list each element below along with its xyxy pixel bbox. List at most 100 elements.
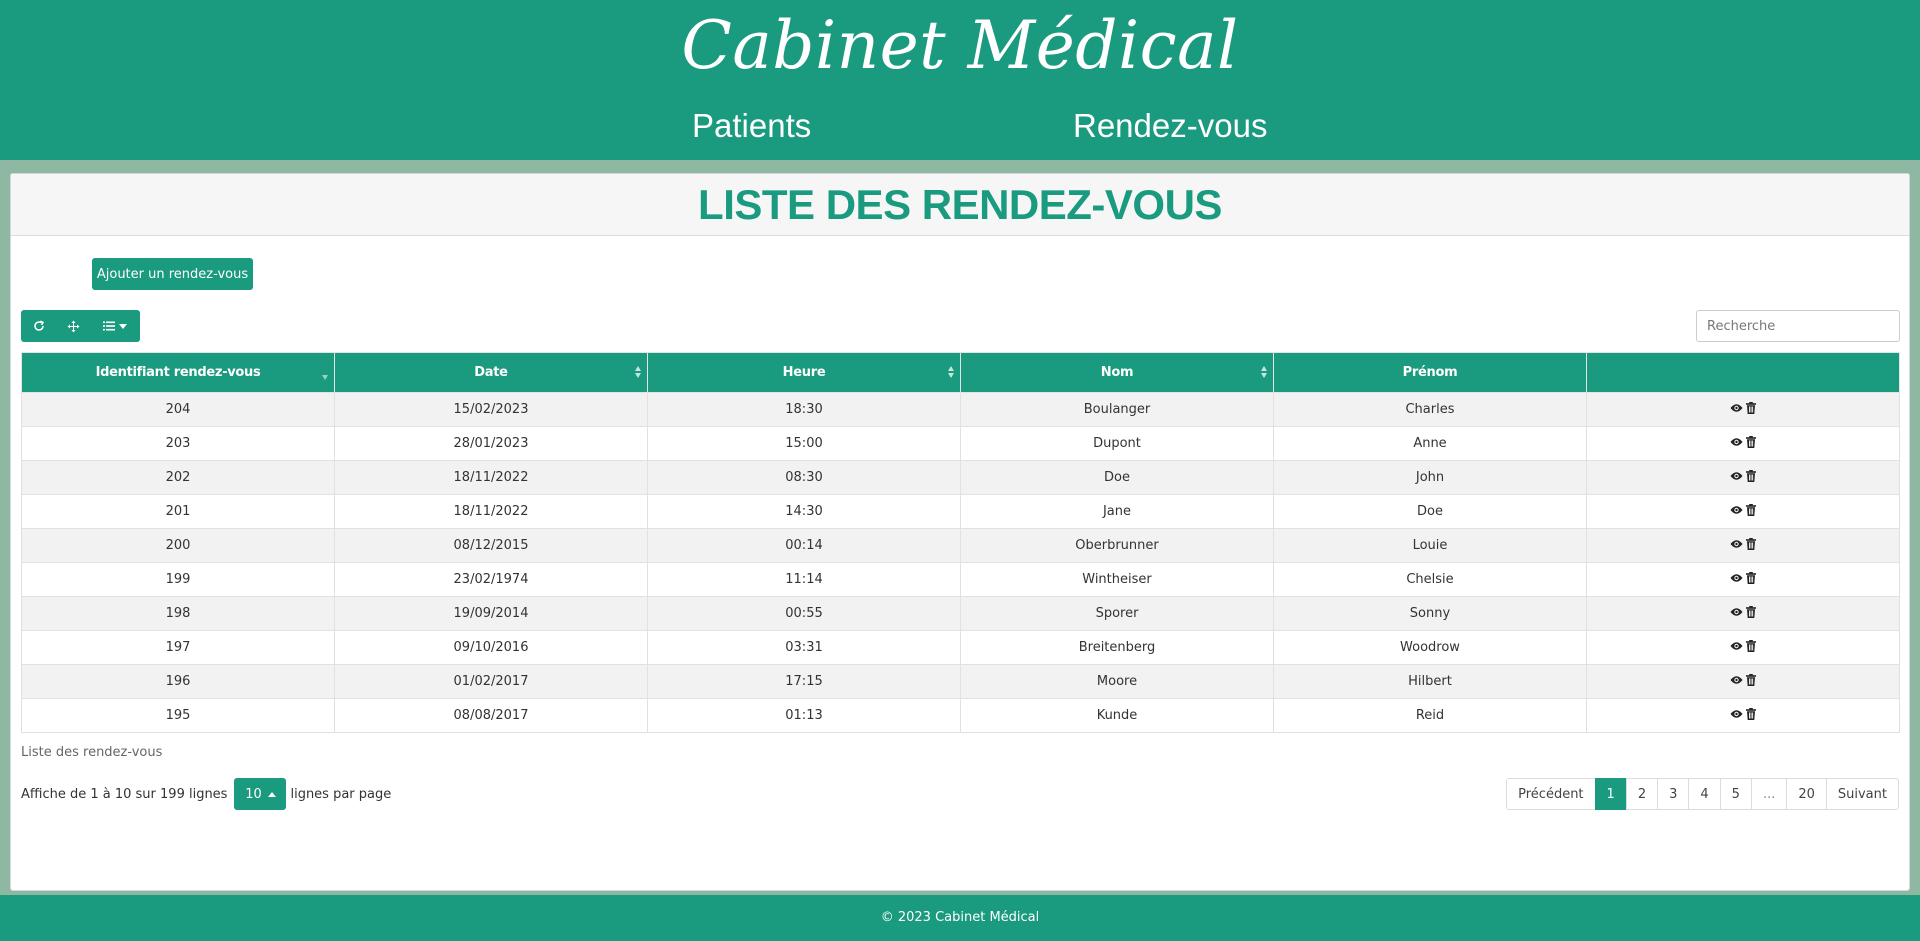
table-row: 204 15/02/2023 18:30 Boulanger Charles xyxy=(21,392,1900,427)
cell-first-name: Anne xyxy=(1273,426,1587,461)
cell-first-name: Reid xyxy=(1273,698,1587,733)
table-row: 195 08/08/2017 01:13 Kunde Reid xyxy=(21,698,1900,733)
page-title: LISTE DES RENDEZ-VOUS xyxy=(698,181,1222,228)
table-row: 202 18/11/2022 08:30 Doe John xyxy=(21,460,1900,495)
trash-icon[interactable] xyxy=(1746,470,1756,482)
cell-id: 204 xyxy=(21,392,335,427)
cell-time: 03:31 xyxy=(647,630,961,665)
cell-time: 08:30 xyxy=(647,460,961,495)
trash-icon[interactable] xyxy=(1746,572,1756,584)
cell-actions xyxy=(1586,698,1900,733)
column-header-last-name[interactable]: Nom xyxy=(960,352,1274,393)
cell-actions xyxy=(1586,392,1900,427)
card-header: LISTE DES RENDEZ-VOUS xyxy=(11,174,1909,236)
cell-id: 203 xyxy=(21,426,335,461)
cell-actions xyxy=(1586,596,1900,631)
eye-icon[interactable] xyxy=(1730,505,1743,515)
cell-date: 23/02/1974 xyxy=(334,562,648,597)
table-row: 200 08/12/2015 00:14 Oberbrunner Louie xyxy=(21,528,1900,563)
trash-icon[interactable] xyxy=(1746,538,1756,550)
cell-id: 201 xyxy=(21,494,335,529)
cell-first-name: Sonny xyxy=(1273,596,1587,631)
cell-time: 14:30 xyxy=(647,494,961,529)
trash-icon[interactable] xyxy=(1746,504,1756,516)
cell-actions xyxy=(1586,494,1900,529)
nav-link-patients[interactable]: Patients xyxy=(692,104,811,148)
pagination-page-5[interactable]: 5 xyxy=(1719,778,1752,810)
cell-time: 18:30 xyxy=(647,392,961,427)
cell-time: 15:00 xyxy=(647,426,961,461)
row-actions xyxy=(1730,538,1756,550)
trash-icon[interactable] xyxy=(1746,606,1756,618)
per-page-label: lignes par page xyxy=(290,786,392,802)
eye-icon[interactable] xyxy=(1730,709,1743,719)
cell-last-name: Dupont xyxy=(960,426,1274,461)
cell-id: 200 xyxy=(21,528,335,563)
cell-date: 19/09/2014 xyxy=(334,596,648,631)
eye-icon[interactable] xyxy=(1730,403,1743,413)
cell-date: 28/01/2023 xyxy=(334,426,648,461)
trash-icon[interactable] xyxy=(1746,674,1756,686)
cell-time: 00:14 xyxy=(647,528,961,563)
column-header-label: Prénom xyxy=(1402,365,1458,380)
cell-date: 09/10/2016 xyxy=(334,630,648,665)
pagination-prev[interactable]: Précédent xyxy=(1506,778,1596,810)
cell-first-name: Hilbert xyxy=(1273,664,1587,699)
pagination-page-2[interactable]: 2 xyxy=(1625,778,1659,810)
nav-link-rendez-vous[interactable]: Rendez-vous xyxy=(1073,104,1267,148)
eye-icon[interactable] xyxy=(1730,573,1743,583)
cell-first-name: John xyxy=(1273,460,1587,495)
pagination-page-3[interactable]: 3 xyxy=(1657,778,1690,810)
cell-id: 195 xyxy=(21,698,335,733)
pagination-next[interactable]: Suivant xyxy=(1825,778,1899,810)
row-actions xyxy=(1730,640,1756,652)
cell-actions xyxy=(1586,460,1900,495)
cell-id: 198 xyxy=(21,596,335,631)
row-actions xyxy=(1730,572,1756,584)
toggle-move-button[interactable] xyxy=(57,310,90,342)
add-appointment-button[interactable]: Ajouter un rendez-vous xyxy=(92,258,253,290)
eye-icon[interactable] xyxy=(1730,471,1743,481)
trash-icon[interactable] xyxy=(1746,402,1756,414)
chevron-down-icon xyxy=(119,323,127,329)
main-card: LISTE DES RENDEZ-VOUS Ajouter un rendez-… xyxy=(10,173,1910,891)
trash-icon[interactable] xyxy=(1746,708,1756,720)
search-input[interactable] xyxy=(1696,310,1900,342)
trash-icon[interactable] xyxy=(1746,436,1756,448)
cell-last-name: Moore xyxy=(960,664,1274,699)
pagination-info: Affiche de 1 à 10 sur 199 lignes 10 lign… xyxy=(21,778,391,810)
table-row: 203 28/01/2023 15:00 Dupont Anne xyxy=(21,426,1900,461)
trash-icon[interactable] xyxy=(1746,640,1756,652)
pagination-summary: Affiche de 1 à 10 sur 199 lignes xyxy=(21,786,228,802)
eye-icon[interactable] xyxy=(1730,675,1743,685)
table-body: 204 15/02/2023 18:30 Boulanger Charles 203 28/… xyxy=(21,392,1900,733)
eye-icon[interactable] xyxy=(1730,539,1743,549)
column-header-time[interactable]: Heure xyxy=(647,352,961,393)
table-caption: Liste des rendez-vous xyxy=(21,745,163,760)
column-header-actions xyxy=(1586,352,1900,393)
row-actions xyxy=(1730,606,1756,618)
move-icon xyxy=(67,320,80,333)
column-header-id[interactable]: Identifiant rendez-vous xyxy=(21,352,335,393)
cell-time: 01:13 xyxy=(647,698,961,733)
cell-actions xyxy=(1586,426,1900,461)
cell-id: 199 xyxy=(21,562,335,597)
pagination-page-1[interactable]: 1 xyxy=(1594,778,1627,810)
cell-time: 00:55 xyxy=(647,596,961,631)
pagination-page-20[interactable]: 20 xyxy=(1786,778,1827,810)
site-brand: Cabinet Médical xyxy=(681,7,1239,84)
page-size-dropdown[interactable]: 10 xyxy=(234,778,287,810)
cell-last-name: Wintheiser xyxy=(960,562,1274,597)
pagination-page-4[interactable]: 4 xyxy=(1688,778,1721,810)
column-header-label: Nom xyxy=(1100,365,1134,380)
refresh-icon xyxy=(33,320,45,332)
column-header-label: Date xyxy=(474,365,508,380)
eye-icon[interactable] xyxy=(1730,437,1743,447)
cell-last-name: Breitenberg xyxy=(960,630,1274,665)
column-header-date[interactable]: Date xyxy=(334,352,648,393)
eye-icon[interactable] xyxy=(1730,641,1743,651)
appointments-table: Identifiant rendez-vous Date Heure Nom P… xyxy=(21,352,1900,733)
eye-icon[interactable] xyxy=(1730,607,1743,617)
columns-dropdown-button[interactable] xyxy=(90,310,140,342)
refresh-button[interactable] xyxy=(21,310,57,342)
